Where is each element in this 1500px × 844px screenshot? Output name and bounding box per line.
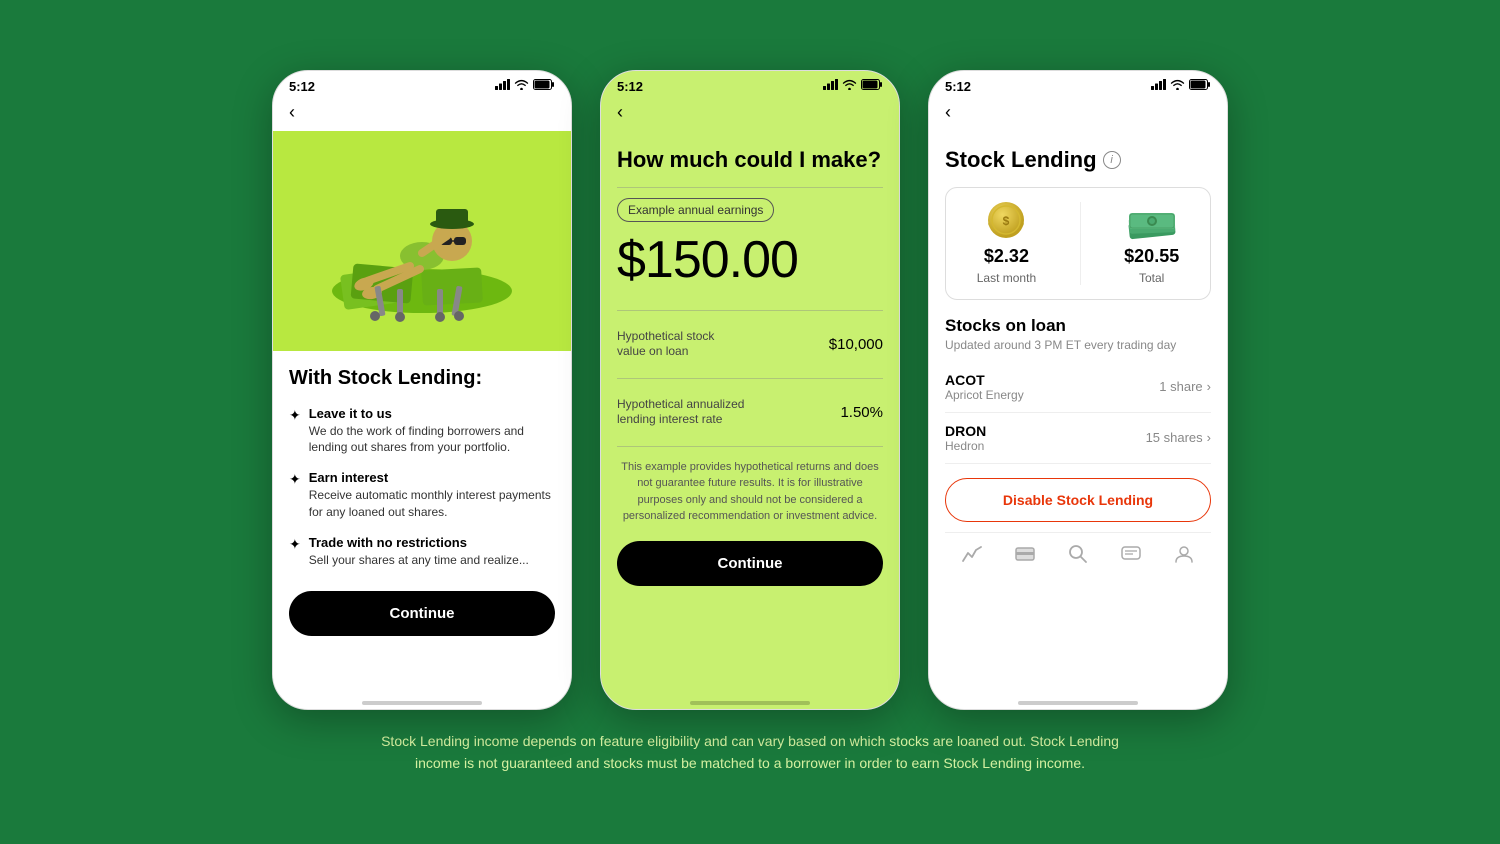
feature-desc-3: Sell your shares at any time and realize… <box>309 552 529 569</box>
wifi-icon-3 <box>1170 79 1185 93</box>
stock-name-dron: Hedron <box>945 439 986 453</box>
status-icons-3 <box>1151 79 1211 93</box>
stock-shares-acot: 1 share › <box>1159 379 1211 394</box>
battery-icon-3 <box>1189 79 1211 93</box>
bottom-nav <box>945 532 1211 571</box>
calc-row-2: Hypothetical annualizedlending interest … <box>617 387 883 438</box>
calc-row-1: Hypothetical stockvalue on loan $10,000 <box>617 319 883 370</box>
feature-title-3: Trade with no restrictions <box>309 535 529 550</box>
feature-title-1: Leave it to us <box>309 406 555 421</box>
signal-icon <box>495 79 510 93</box>
search-nav-icon[interactable] <box>1065 541 1091 567</box>
info-icon[interactable]: i <box>1103 151 1121 169</box>
footer-text: Stock Lending income depends on feature … <box>360 730 1140 775</box>
diamond-icon-3: ✦ <box>289 536 301 553</box>
diamond-icon-1: ✦ <box>289 407 301 424</box>
card-nav-icon[interactable] <box>1012 541 1038 567</box>
signal-icon-2 <box>823 79 838 93</box>
diamond-icon-2: ✦ <box>289 471 301 488</box>
phone1-title: With Stock Lending: <box>289 367 555 390</box>
feature-item-1: ✦ Leave it to us We do the work of findi… <box>289 406 555 457</box>
big-amount: $150.00 <box>617 230 883 290</box>
feature-item-3: ✦ Trade with no restrictions Sell your s… <box>289 535 555 569</box>
phone1-content: With Stock Lending: ✦ Leave it to us We … <box>273 351 571 693</box>
wifi-icon-2 <box>842 79 857 93</box>
wifi-icon <box>514 79 529 93</box>
calc-value-1: $10,000 <box>829 336 883 353</box>
earnings-card: $ $2.32 Last month <box>945 187 1211 300</box>
phone-2: 5:12 <box>600 70 900 710</box>
phone3-content: Stock Lending i <box>929 131 1227 693</box>
stock-name-acot: Apricot Energy <box>945 388 1024 402</box>
stocks-section-subtitle: Updated around 3 PM ET every trading day <box>945 338 1211 352</box>
status-time-2: 5:12 <box>617 79 643 94</box>
phone-1: 5:12 <box>272 70 572 710</box>
phones-container: 5:12 <box>272 70 1228 710</box>
phone-3: 5:12 <box>928 70 1228 710</box>
continue-button-1[interactable]: Continue <box>289 591 555 636</box>
back-button-2[interactable]: ‹ <box>601 98 899 131</box>
page-title-row: Stock Lending i <box>945 147 1211 173</box>
earnings-badge: Example annual earnings <box>617 198 774 222</box>
status-bar-3: 5:12 <box>929 71 1227 98</box>
disable-stock-lending-button[interactable]: Disable Stock Lending <box>945 478 1211 522</box>
battery-icon <box>533 79 555 93</box>
signal-icon-3 <box>1151 79 1166 93</box>
calc-label-2: Hypothetical annualizedlending interest … <box>617 397 744 428</box>
card-divider <box>1080 202 1081 285</box>
stock-ticker-acot: ACOT <box>945 372 1024 388</box>
status-icons-1 <box>495 79 555 93</box>
profile-nav-icon[interactable] <box>1171 541 1197 567</box>
calc-label-1: Hypothetical stockvalue on loan <box>617 329 714 360</box>
home-indicator-1 <box>362 701 482 705</box>
disclaimer-text: This example provides hypothetical retur… <box>617 459 883 525</box>
continue-button-2[interactable]: Continue <box>617 541 883 586</box>
phone2-content: How much could I make? Example annual ea… <box>601 131 899 693</box>
earnings-amount-total: $20.55 <box>1124 246 1179 267</box>
feature-title-2: Earn interest <box>309 470 555 485</box>
stock-row-dron[interactable]: DRON Hedron 15 shares › <box>945 413 1211 464</box>
chat-nav-icon[interactable] <box>1118 541 1144 567</box>
divider-top <box>617 187 883 188</box>
status-bar-1: 5:12 <box>273 71 571 98</box>
coin-icon: $ <box>979 202 1033 242</box>
stock-ticker-dron: DRON <box>945 423 986 439</box>
status-time-1: 5:12 <box>289 79 315 94</box>
home-indicator-2 <box>690 701 810 705</box>
status-icons-2 <box>823 79 883 93</box>
back-button-1[interactable]: ‹ <box>273 98 571 131</box>
status-bar-2: 5:12 <box>601 71 899 98</box>
calc-value-2: 1.50% <box>840 404 883 421</box>
feature-item-2: ✦ Earn interest Receive automatic monthl… <box>289 470 555 521</box>
hero-illustration <box>273 131 571 351</box>
svg-text:$: $ <box>1003 214 1010 228</box>
divider-bottom <box>617 446 883 447</box>
battery-icon-2 <box>861 79 883 93</box>
earnings-item-total: $20.55 Total <box>1124 202 1179 285</box>
character-svg <box>292 141 552 341</box>
home-indicator-3 <box>1018 701 1138 705</box>
divider-mid2 <box>617 378 883 379</box>
earnings-label-lastmonth: Last month <box>977 271 1036 285</box>
chevron-right-acot: › <box>1207 379 1211 394</box>
earnings-amount-lastmonth: $2.32 <box>984 246 1029 267</box>
money-stack-icon <box>1125 202 1179 242</box>
stocks-section-title: Stocks on loan <box>945 316 1211 336</box>
stock-row-acot[interactable]: ACOT Apricot Energy 1 share › <box>945 362 1211 413</box>
feature-desc-2: Receive automatic monthly interest payme… <box>309 487 555 521</box>
earnings-label-total: Total <box>1139 271 1164 285</box>
chart-nav-icon[interactable] <box>959 541 985 567</box>
status-time-3: 5:12 <box>945 79 971 94</box>
back-button-3[interactable]: ‹ <box>929 98 1227 131</box>
stock-shares-dron: 15 shares › <box>1146 430 1211 445</box>
feature-desc-1: We do the work of finding borrowers and … <box>309 423 555 457</box>
earnings-item-lastmonth: $ $2.32 Last month <box>977 202 1036 285</box>
divider-mid1 <box>617 310 883 311</box>
chevron-right-dron: › <box>1207 430 1211 445</box>
phone2-title: How much could I make? <box>617 147 883 173</box>
page-title: Stock Lending <box>945 147 1097 173</box>
